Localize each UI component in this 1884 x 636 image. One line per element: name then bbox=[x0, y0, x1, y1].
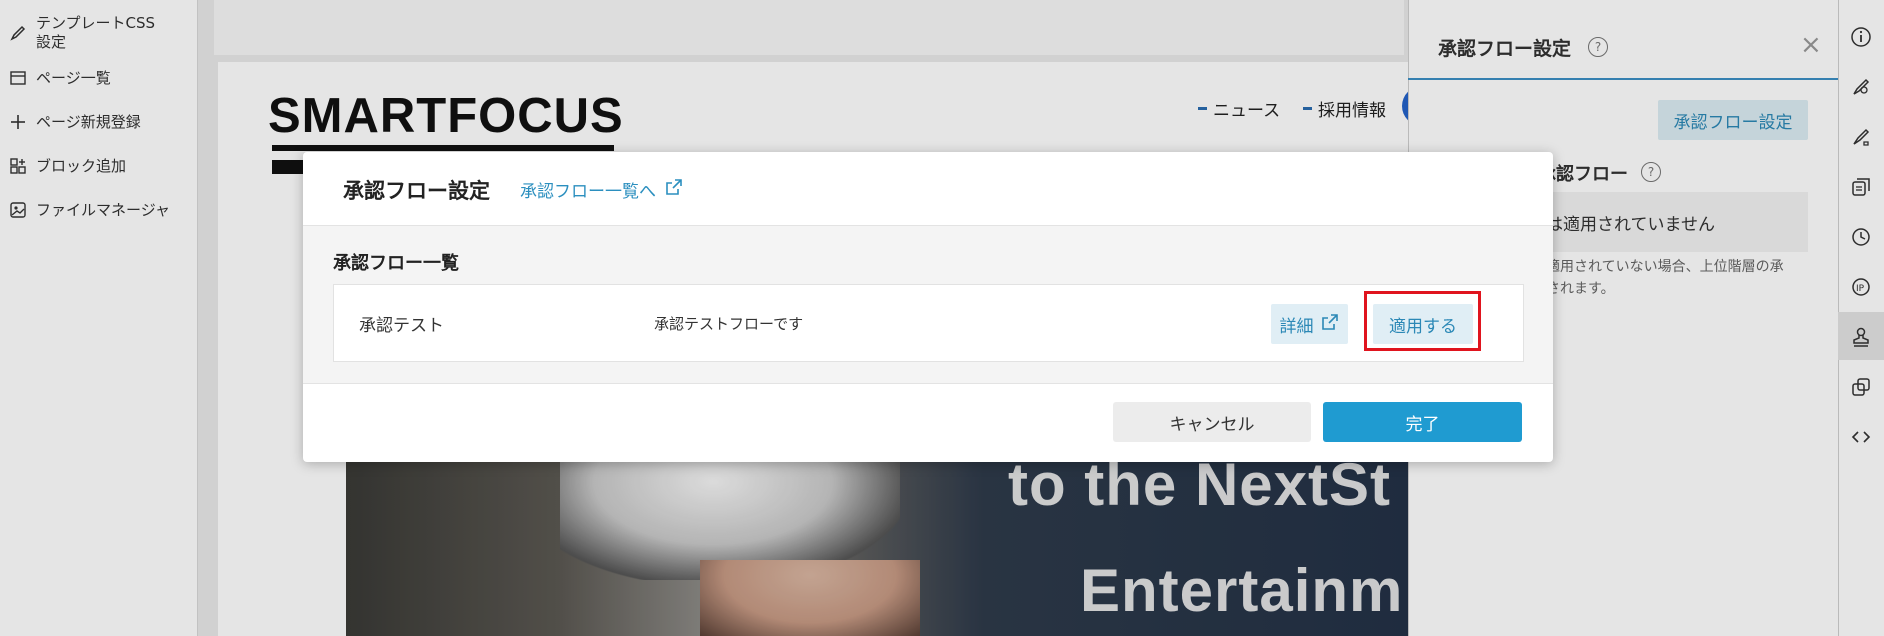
approval-flow-list-link[interactable]: 承認フロー一覧へ bbox=[520, 177, 684, 202]
external-link-icon bbox=[1320, 312, 1340, 337]
detail-button-label: 詳細 bbox=[1279, 316, 1314, 337]
detail-button[interactable]: 詳細 bbox=[1271, 304, 1348, 344]
flow-name: 承認テスト bbox=[359, 316, 444, 336]
modal-title: 承認フロー設定 bbox=[343, 179, 490, 203]
cancel-button[interactable]: キャンセル bbox=[1113, 402, 1311, 442]
done-button[interactable]: 完了 bbox=[1323, 402, 1522, 442]
apply-button-highlight bbox=[1364, 291, 1481, 351]
flow-description: 承認テストフローです bbox=[654, 315, 804, 333]
link-label: 承認フロー一覧へ bbox=[520, 182, 656, 202]
external-link-icon bbox=[664, 177, 684, 202]
section-title: 承認フロー一覧 bbox=[333, 253, 459, 274]
